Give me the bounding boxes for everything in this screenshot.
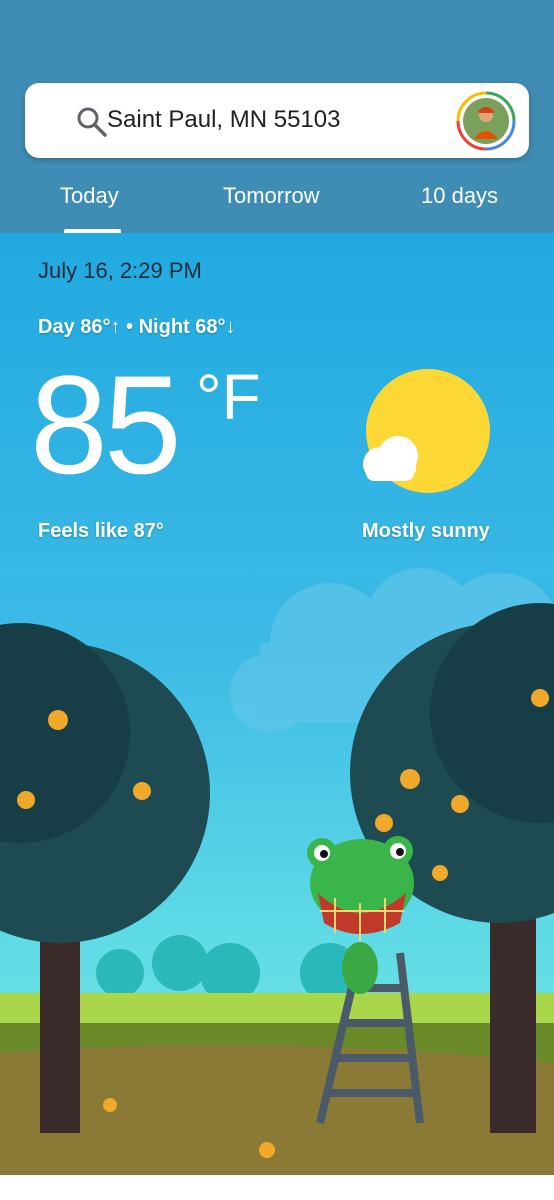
feels-like-temperature: Feels like 87° — [38, 520, 164, 542]
search-icon[interactable] — [75, 105, 109, 139]
search-query[interactable]: Saint Paul, MN 55103 — [107, 105, 340, 135]
tab-tomorrow[interactable]: Tomorrow — [223, 183, 320, 209]
search-bar[interactable]: Saint Paul, MN 55103 — [25, 83, 529, 158]
temperature-unit[interactable]: °F — [196, 362, 261, 432]
day-night-temperatures: Day 86°↑ • Night 68°↓ — [38, 316, 236, 338]
tab-today[interactable]: Today — [60, 183, 119, 209]
weather-condition: Mostly sunny — [362, 520, 490, 542]
current-temperature: 85 — [30, 346, 182, 503]
mostly-sunny-icon — [363, 369, 490, 493]
forecast-tabs: Today Tomorrow 10 days — [0, 170, 554, 233]
account-avatar[interactable] — [456, 91, 516, 151]
forecast-datetime: July 16, 2:29 PM — [38, 258, 202, 283]
tab-10-days[interactable]: 10 days — [421, 183, 498, 209]
bottom-bar — [0, 1175, 554, 1200]
app-header: Saint Paul, MN 55103 Today Tomorrow 10 d… — [0, 0, 554, 233]
